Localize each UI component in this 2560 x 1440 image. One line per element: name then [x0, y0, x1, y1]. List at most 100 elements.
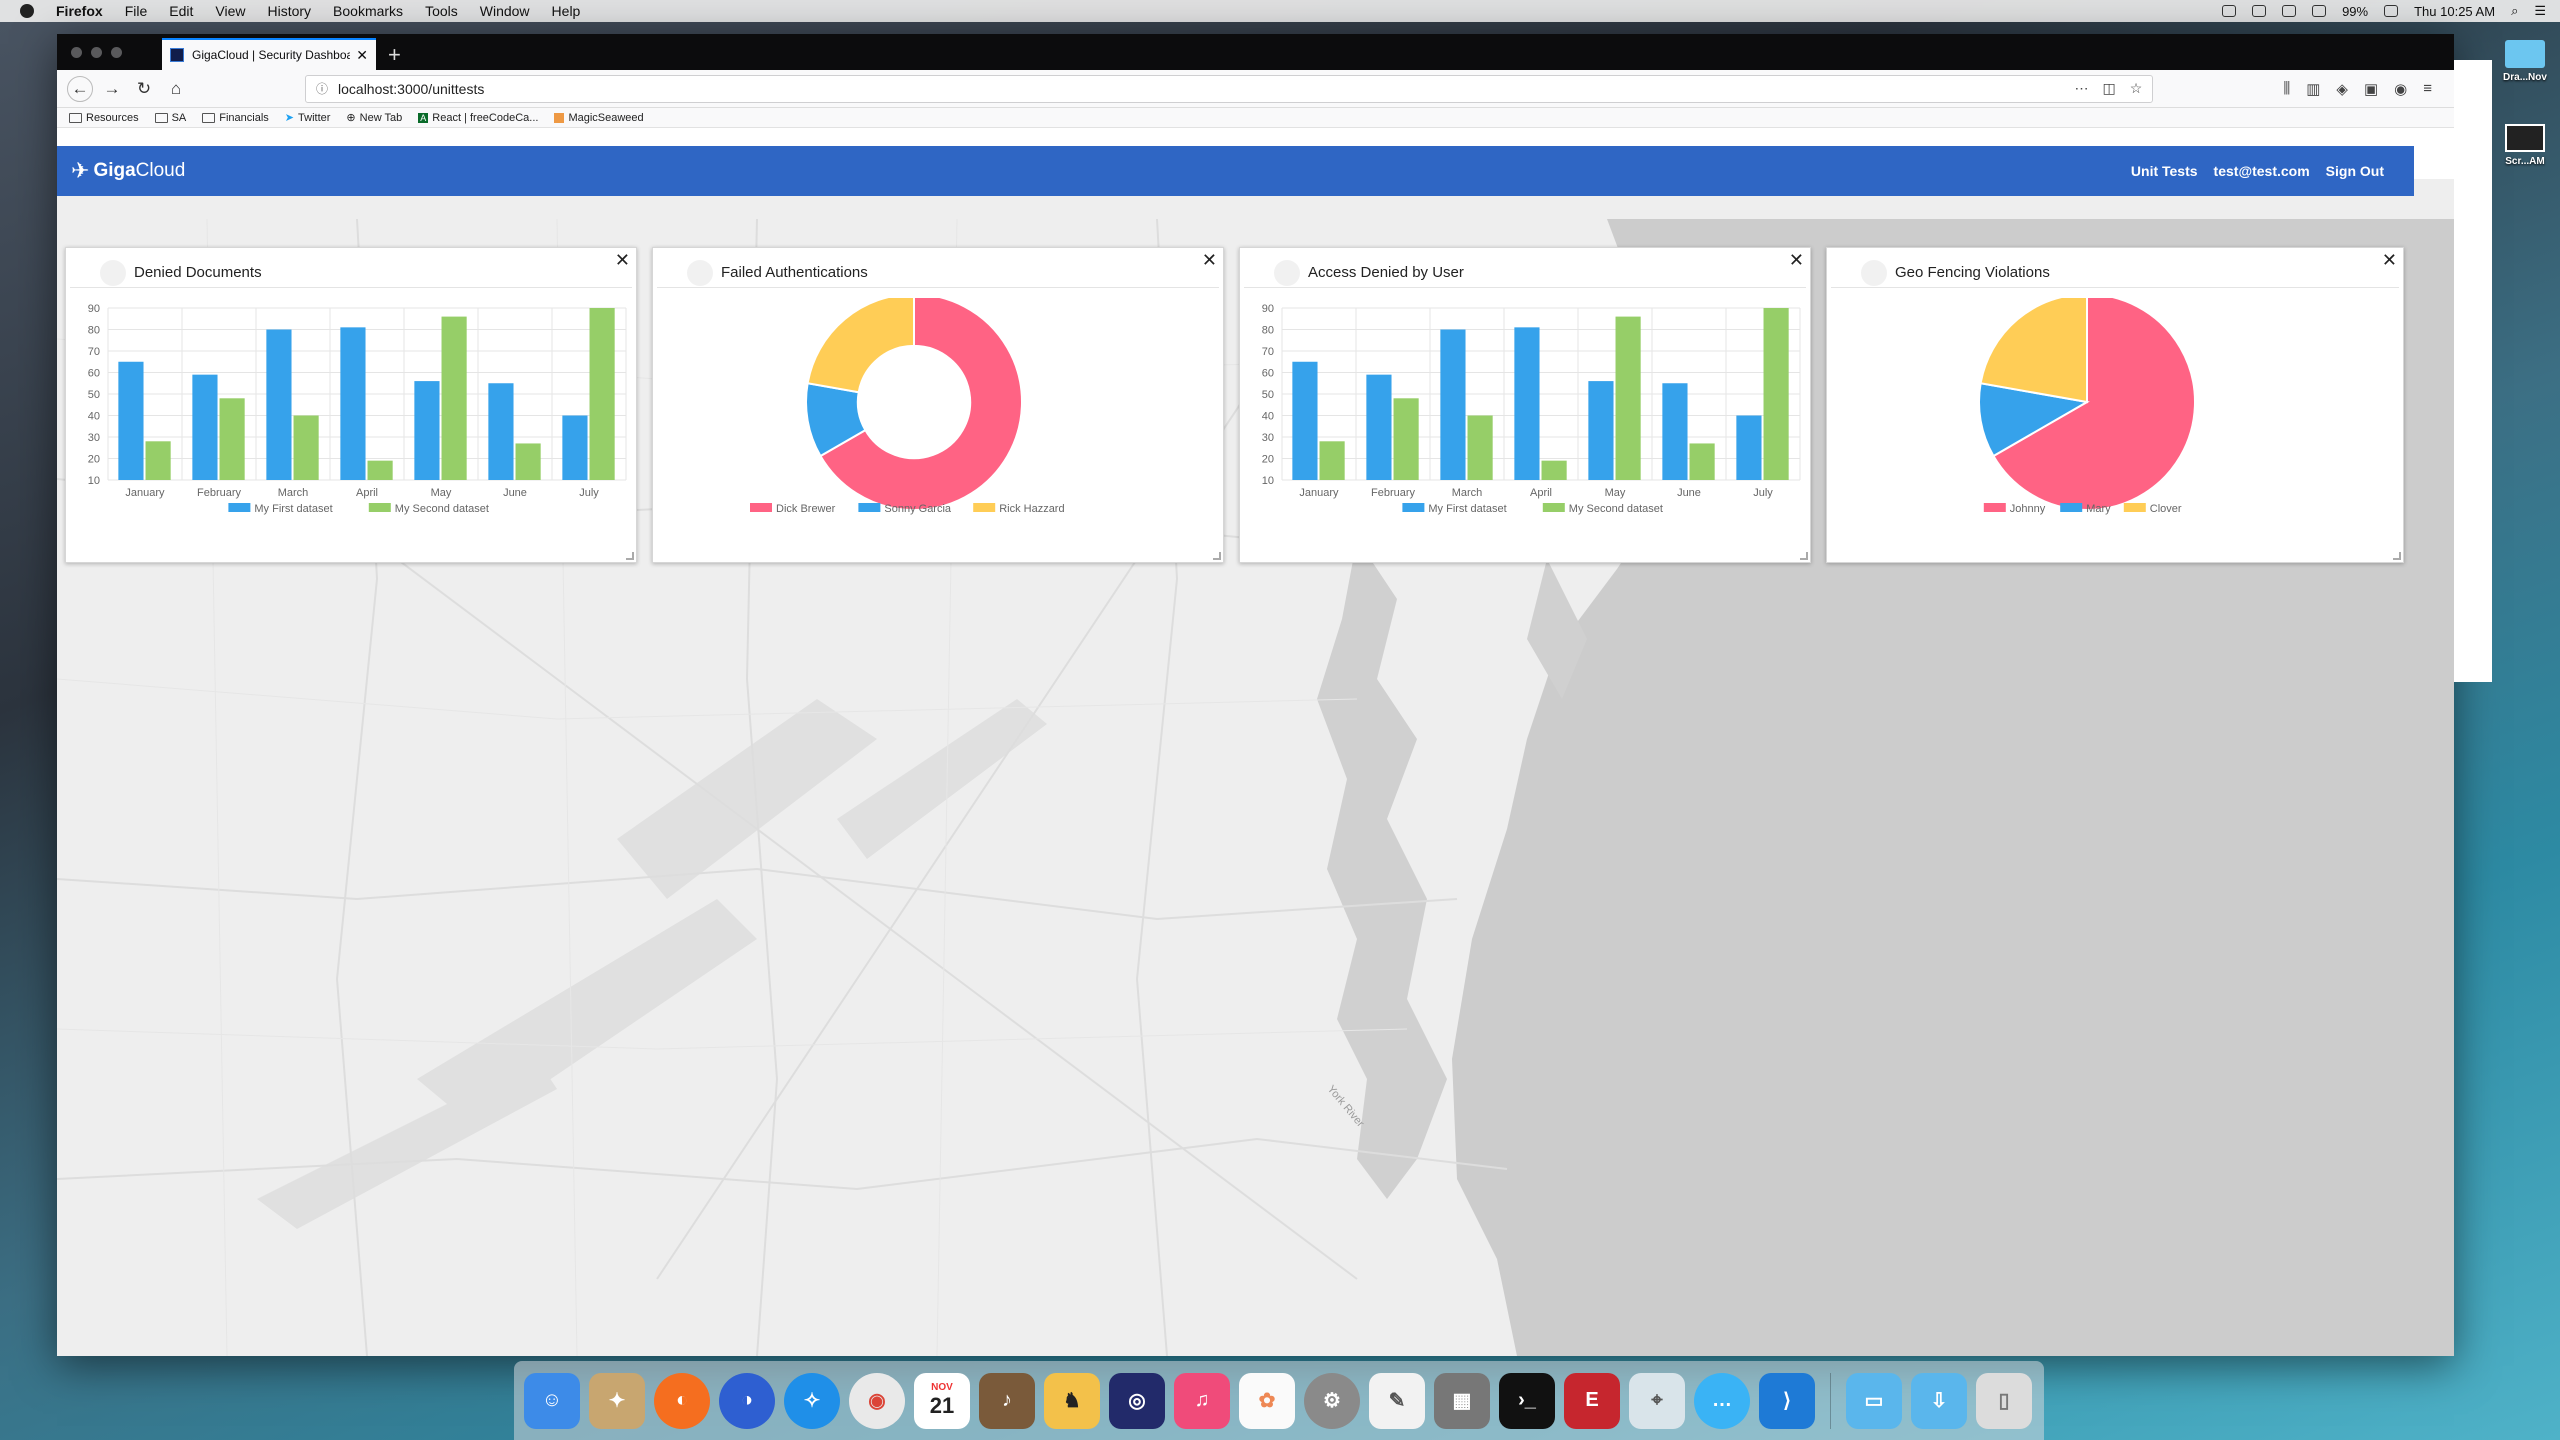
- battery-percent[interactable]: 99%: [2342, 4, 2368, 19]
- maps-icon[interactable]: ⌖: [1629, 1372, 1685, 1429]
- evernote-icon[interactable]: E: [1564, 1372, 1620, 1429]
- active-tab[interactable]: GigaCloud | Security Dashboard ✕: [162, 38, 376, 70]
- desktop-item-screenshot[interactable]: Scr...AM: [2500, 124, 2550, 167]
- site-info-icon[interactable]: ⓘ: [316, 80, 328, 97]
- y-tick-label: 90: [1262, 303, 1274, 315]
- legend-swatch: [750, 503, 772, 512]
- calculator-icon[interactable]: ▦: [1434, 1372, 1490, 1429]
- bookmark-star-icon[interactable]: ☆: [2130, 80, 2143, 97]
- desktop-item-drawing[interactable]: Dra...Nov: [2500, 40, 2550, 83]
- status-area: 99% Thu 10:25 AM ⌕ ☰: [2222, 0, 2546, 22]
- menu-app-firefox[interactable]: Firefox: [56, 3, 103, 19]
- audacity-icon[interactable]: ◎: [1109, 1372, 1165, 1429]
- home-button[interactable]: ⌂: [163, 76, 189, 102]
- panel-access-denied-by-user[interactable]: ✕ Access Denied by User 10 20 30 40 50 60 70 80…: [1239, 247, 1811, 563]
- url-text[interactable]: localhost:3000/unittests: [338, 81, 484, 97]
- notification-center-icon[interactable]: ☰: [2534, 3, 2546, 19]
- itunes-icon[interactable]: ♫: [1174, 1372, 1230, 1429]
- url-bar[interactable]: ⓘ localhost:3000/unittests ⋯ ◫ ☆: [305, 74, 2154, 103]
- firefox-developer-icon[interactable]: ◑: [719, 1372, 775, 1429]
- new-tab-button[interactable]: +: [388, 42, 401, 68]
- vscode-icon[interactable]: ⟩: [1759, 1372, 1815, 1429]
- panel-denied-documents[interactable]: ✕ Denied Documents 10 20 30 40 50 60 70 80 90 Jan…: [65, 247, 637, 563]
- nav-unit-tests-link[interactable]: Unit Tests: [2131, 163, 2198, 179]
- scratch-icon[interactable]: ♞: [1044, 1372, 1100, 1429]
- pdf-extension-icon[interactable]: ▣: [2364, 80, 2378, 98]
- nav-user-email-link[interactable]: test@test.com: [2214, 163, 2310, 179]
- terminal-icon[interactable]: ›_: [1499, 1372, 1555, 1429]
- bookmark-new-tab[interactable]: ⊕ New Tab: [346, 111, 402, 125]
- battery-icon[interactable]: [2384, 5, 2399, 17]
- bar: [1319, 441, 1345, 480]
- volume-icon[interactable]: [2312, 5, 2327, 17]
- folder-icon[interactable]: ▭: [1846, 1372, 1902, 1429]
- reload-button[interactable]: ↻: [131, 76, 157, 102]
- hamburger-menu-icon[interactable]: ≡: [2423, 80, 2432, 98]
- page-actions-icon[interactable]: ⋯: [2075, 80, 2089, 97]
- bookmark-twitter[interactable]: ➤ Twitter: [285, 111, 331, 125]
- menu-bookmarks[interactable]: Bookmarks: [333, 3, 403, 19]
- bookmark-magicseaweed[interactable]: MagicSeaweed: [554, 112, 644, 124]
- menu-file[interactable]: File: [125, 3, 148, 19]
- spotlight-icon[interactable]: ⌕: [2511, 3, 2518, 19]
- x-tick-label: March: [278, 487, 309, 499]
- apple-menu-icon[interactable]: [20, 4, 34, 18]
- dock-separator: [1830, 1372, 1831, 1429]
- tab-close-icon[interactable]: ✕: [356, 47, 368, 64]
- panel-geo-fencing-violations[interactable]: ✕ Geo Fencing Violations Johnny Mary Clove…: [1826, 247, 2404, 563]
- bookmark-resources[interactable]: Resources: [69, 112, 139, 124]
- resize-handle[interactable]: [2393, 552, 2401, 560]
- menu-view[interactable]: View: [215, 3, 245, 19]
- garageband-icon[interactable]: ♪: [979, 1372, 1035, 1429]
- resize-handle[interactable]: [1213, 552, 1221, 560]
- menu-tools[interactable]: Tools: [425, 3, 458, 19]
- textedit-icon[interactable]: ✎: [1369, 1372, 1425, 1429]
- nav-sign-out-link[interactable]: Sign Out: [2326, 163, 2384, 179]
- minimize-window-button[interactable]: [91, 47, 102, 58]
- close-window-button[interactable]: [71, 47, 82, 58]
- wifi-icon[interactable]: [2282, 5, 2297, 17]
- bookmark-financials[interactable]: Financials: [202, 112, 269, 124]
- finder-icon[interactable]: ☺: [524, 1372, 580, 1429]
- library-icon[interactable]: ⫼: [2283, 80, 2290, 98]
- trash-icon[interactable]: ▯: [1976, 1372, 2032, 1429]
- time-machine-icon[interactable]: [2252, 5, 2267, 17]
- x-tick-label: June: [503, 487, 527, 499]
- menu-history[interactable]: History: [267, 3, 311, 19]
- account-icon[interactable]: ◉: [2394, 80, 2407, 98]
- legend-label: My Second dataset: [395, 503, 489, 515]
- menu-edit[interactable]: Edit: [169, 3, 193, 19]
- firefox-icon[interactable]: ◐: [654, 1372, 710, 1429]
- gigacloud-logo[interactable]: ✈ Giga Cloud: [71, 158, 185, 184]
- menu-window[interactable]: Window: [480, 3, 530, 19]
- forward-button[interactable]: →: [99, 76, 125, 102]
- panel-failed-authentications[interactable]: ✕ Failed Authentications Dick Brewer Sonn…: [652, 247, 1224, 563]
- calendar-icon[interactable]: NOV 21: [914, 1372, 970, 1429]
- screen-icon[interactable]: [2222, 5, 2237, 17]
- back-button[interactable]: ←: [67, 75, 93, 102]
- sidebar-icon[interactable]: ▥: [2306, 80, 2320, 98]
- bookmark-sa[interactable]: SA: [154, 112, 186, 124]
- chrome-icon[interactable]: ◉: [849, 1372, 905, 1429]
- extension-icon[interactable]: ◈: [2336, 80, 2348, 98]
- pocket-icon[interactable]: ◫: [2103, 80, 2116, 97]
- photo-app-icon[interactable]: ✦: [589, 1372, 645, 1429]
- zoom-window-button[interactable]: [111, 47, 122, 58]
- key-icon: [687, 259, 713, 286]
- resize-handle[interactable]: [626, 552, 634, 560]
- background-window-edge: [2454, 60, 2492, 682]
- system-preferences-icon[interactable]: ⚙: [1304, 1372, 1360, 1429]
- toolbar-icons: ⫼ ▥ ◈ ▣ ◉ ≡: [2283, 80, 2432, 98]
- bookmark-react-freecodecamp[interactable]: A React | freeCodeCa...: [418, 112, 538, 124]
- photos-icon[interactable]: ✿: [1239, 1372, 1295, 1429]
- y-tick-label: 20: [1262, 454, 1274, 466]
- x-tick-label: February: [1371, 487, 1416, 499]
- resize-handle[interactable]: [1800, 552, 1808, 560]
- logo-giga-text: Giga: [93, 160, 136, 181]
- menu-help[interactable]: Help: [552, 3, 581, 19]
- safari-icon[interactable]: ✧: [784, 1372, 840, 1429]
- clock[interactable]: Thu 10:25 AM: [2414, 4, 2495, 19]
- messages-icon[interactable]: …: [1694, 1372, 1750, 1429]
- downloads-icon[interactable]: ⇩: [1911, 1372, 1967, 1429]
- x-tick-label: February: [197, 487, 242, 499]
